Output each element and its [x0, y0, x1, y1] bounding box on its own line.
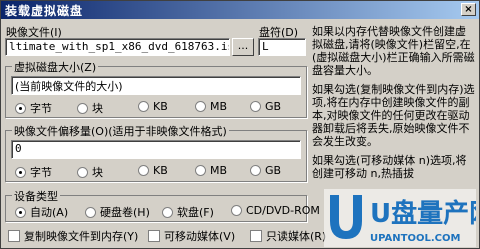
browse-button[interactable]: ... — [232, 38, 254, 56]
copy-to-memory-checkbox[interactable]: 复制映像文件到内存(Y) — [8, 228, 138, 244]
window-title: 装载虚拟磁盘 — [5, 4, 84, 18]
image-file-input[interactable]: ltimate_with_sp1_x86_dvd_618763.iso — [5, 38, 230, 56]
title-bar[interactable]: 装载虚拟磁盘 × — [1, 1, 479, 19]
upantool-watermark-logo: U盘量产网 UPANTOOL.COM — [324, 189, 476, 247]
disk-size-unit-mb[interactable]: MB — [195, 100, 227, 113]
radio-icon — [250, 165, 261, 176]
removable-media-checkbox[interactable]: 可移动媒体(V) — [148, 228, 235, 244]
help-paragraph: 如果以内存代替映像文件创建虚拟磁盘,请将(映像文件)栏留空,在(虚拟磁盘大小)栏… — [312, 25, 475, 77]
disk-size-unit-bytes[interactable]: 字节 — [15, 100, 52, 116]
radio-icon — [138, 165, 149, 176]
help-paragraph: 如果勾选(复制映像文件到内存)选项,将在内存中创建映像文件的副本,对映像文件的任… — [312, 83, 475, 148]
offset-input[interactable]: 0 — [11, 140, 301, 159]
offset-group-title: 映像文件偏移量(O)(适用于非映像文件格式) — [12, 123, 229, 139]
checkbox-icon — [148, 230, 160, 242]
radio-icon — [77, 102, 88, 114]
watermark-brand: U盘量产网 — [370, 198, 476, 229]
checkbox-icon — [8, 230, 20, 242]
radio-icon — [138, 101, 149, 112]
radio-selected-icon — [15, 166, 26, 178]
disk-size-input[interactable]: (当前映像文件的大小) — [11, 76, 301, 95]
drive-letter-input[interactable]: L — [258, 38, 306, 56]
disk-size-group-title: 虚拟磁盘大小(Z) — [12, 59, 99, 75]
help-text-panel: 如果以内存代替映像文件创建虚拟磁盘,请将(映像文件)栏留空,在(虚拟磁盘大小)栏… — [312, 25, 475, 186]
disk-size-unit-kb[interactable]: KB — [138, 100, 168, 113]
offset-unit-mb[interactable]: MB — [195, 164, 227, 177]
offset-unit-blocks[interactable]: 块 — [77, 164, 103, 180]
radio-icon — [195, 101, 206, 112]
radio-selected-icon — [15, 206, 26, 218]
device-type-cdrom[interactable]: CD/DVD-ROM — [231, 204, 320, 217]
close-button[interactable]: × — [461, 3, 476, 16]
help-paragraph: 如果勾选(可移动媒体 n)选项,将创建可移动 n,热插拔 — [312, 154, 467, 180]
radio-icon — [77, 166, 88, 178]
mount-virtual-disk-dialog: 装载虚拟磁盘 × 映像文件(I) ltimate_with_sp1_x86_dv… — [0, 0, 480, 249]
offset-unit-bytes[interactable]: 字节 — [15, 164, 52, 180]
disk-size-unit-gb[interactable]: GB — [250, 100, 281, 113]
radio-icon — [85, 206, 96, 218]
read-only-media-checkbox[interactable]: 只读媒体(R) — [250, 228, 326, 244]
disk-size-unit-blocks[interactable]: 块 — [77, 100, 103, 116]
radio-icon — [231, 205, 242, 216]
radio-icon — [195, 165, 206, 176]
radio-icon — [162, 206, 173, 218]
device-type-auto[interactable]: 自动(A) — [15, 204, 68, 220]
offset-unit-gb[interactable]: GB — [250, 164, 281, 177]
device-type-hard-disk[interactable]: 硬盘卷(H) — [85, 204, 150, 220]
device-type-floppy[interactable]: 软盘(F) — [162, 204, 214, 220]
offset-unit-kb[interactable]: KB — [138, 164, 168, 177]
checkbox-icon — [250, 230, 262, 242]
device-type-group-title: 设备类型 — [12, 188, 60, 204]
radio-selected-icon — [15, 102, 26, 114]
watermark-url: UPANTOOL.COM — [370, 233, 460, 244]
radio-icon — [250, 101, 261, 112]
